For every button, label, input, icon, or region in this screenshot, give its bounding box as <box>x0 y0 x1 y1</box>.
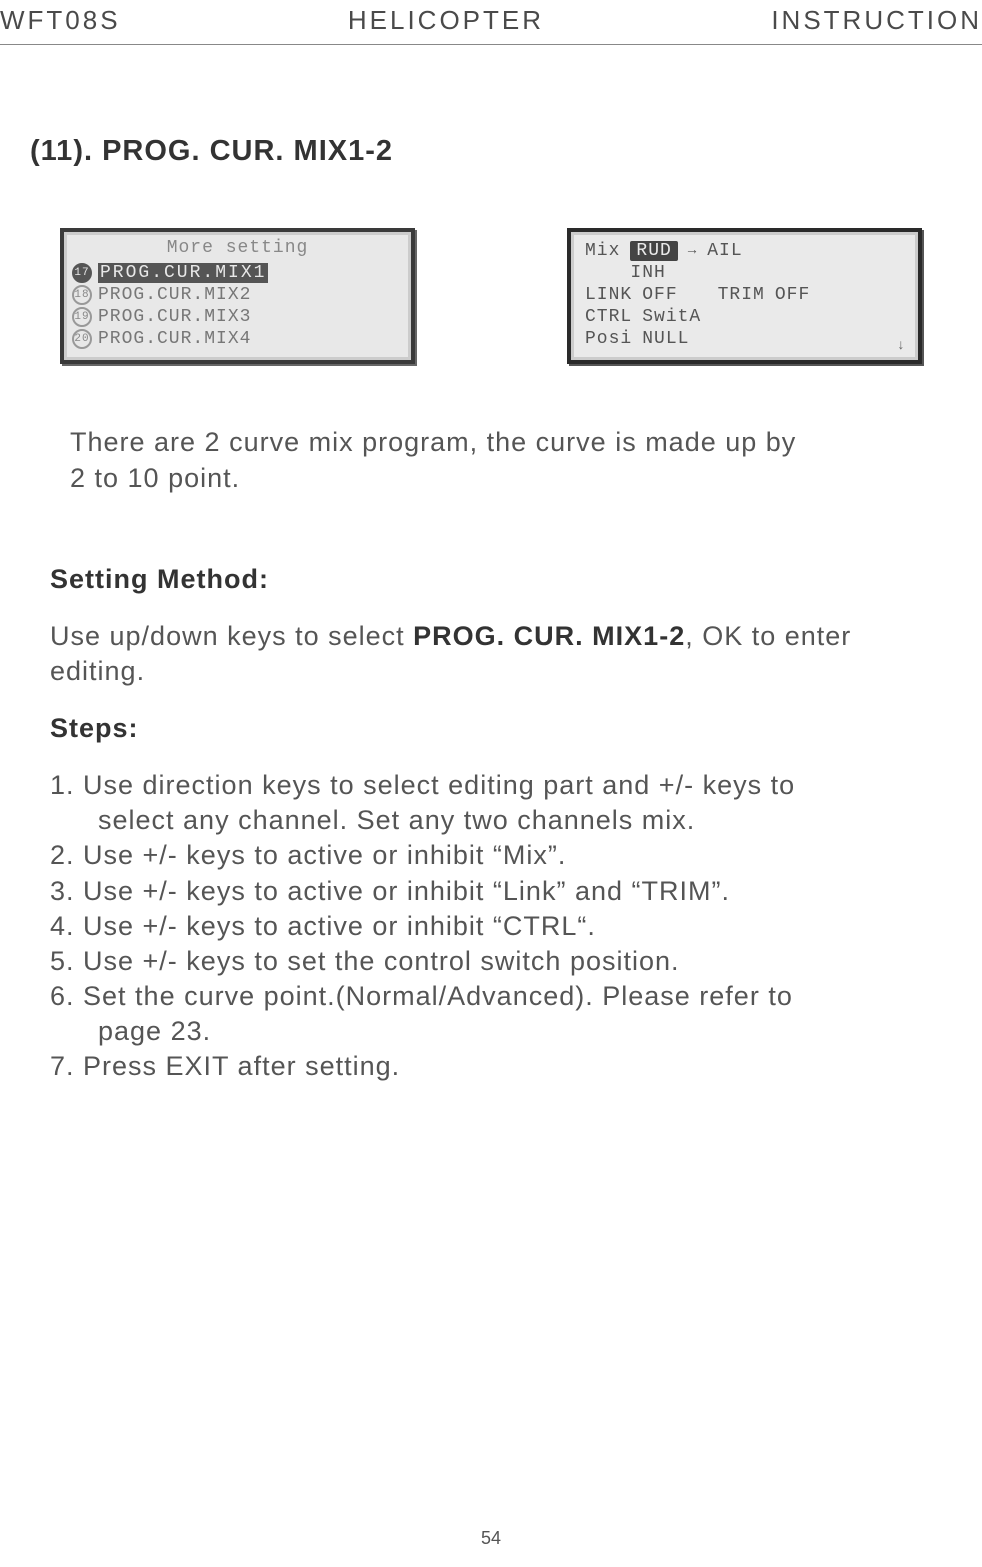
lcd-link-trim-row: LINK OFF TRIM OFF <box>585 284 908 306</box>
lcd-item-label: PROG.CUR.MIX1 <box>98 263 268 283</box>
lcd-inh-row: Mix INH <box>585 262 908 284</box>
lcd-selected-channel: RUD <box>630 241 677 261</box>
header-model: WFT08S <box>0 5 121 36</box>
lcd-bullet-icon: 19 <box>72 307 92 327</box>
steps-list: 1. Use direction keys to select editing … <box>50 768 980 1084</box>
lcd-ctrl-label: CTRL <box>585 307 632 327</box>
lcd-posi-value: NULL <box>642 329 689 349</box>
lcd-item-label: PROG.CUR.MIX2 <box>98 285 251 305</box>
lcd-bullet-icon: 18 <box>72 285 92 305</box>
lcd-menu-item-mix4: 20 PROG.CUR.MIX4 <box>72 328 403 350</box>
lcd-link-value: OFF <box>642 285 677 305</box>
arrow-right-icon: → <box>688 243 697 263</box>
section-title: (11). PROG. CUR. MIX1-2 <box>30 135 982 168</box>
lcd-trim-value: OFF <box>775 285 810 305</box>
lcd-spacer <box>688 285 708 305</box>
lcd-menu-item-mix1: 17 PROG.CUR.MIX1 <box>72 262 403 284</box>
intro-line-1: There are 2 curve mix program, the curve… <box>70 424 982 460</box>
intro-paragraph: There are 2 curve mix program, the curve… <box>70 424 982 497</box>
lcd-left-more-setting: More setting 17 PROG.CUR.MIX1 18 PROG.CU… <box>60 228 415 364</box>
steps-heading: Steps: <box>50 711 980 746</box>
scroll-down-icon: ↓ <box>897 338 906 354</box>
page-number: 54 <box>481 1528 501 1549</box>
lcd-trim-label: TRIM <box>718 285 765 305</box>
lcd-menu-item-mix2: 18 PROG.CUR.MIX2 <box>72 284 403 306</box>
lcd-left-title: More setting <box>72 238 403 258</box>
lcd-link-label: LINK <box>585 285 632 305</box>
lcd-item-label: PROG.CUR.MIX4 <box>98 329 251 349</box>
lcd-item-label: PROG.CUR.MIX3 <box>98 307 251 327</box>
page-header: WFT08S HELICOPTER INSTRUCTION <box>0 0 982 45</box>
setting-method-text: Use up/down keys to select PROG. CUR. MI… <box>50 619 980 689</box>
step-6: 6. Set the curve point.(Normal/Advanced)… <box>50 979 980 1014</box>
lcd-screens-row: More setting 17 PROG.CUR.MIX1 18 PROG.CU… <box>0 228 982 364</box>
step-1: 1. Use direction keys to select editing … <box>50 768 980 803</box>
lcd-posi-label: Posi <box>585 329 632 349</box>
lcd-target-channel: AIL <box>707 241 742 261</box>
lcd-inh-value: INH <box>630 263 665 283</box>
lcd-field-label: Mix <box>585 241 620 261</box>
step-6-cont: page 23. <box>50 1014 980 1049</box>
header-category: HELICOPTER <box>348 5 544 36</box>
step-3: 3. Use +/- keys to active or inhibit “Li… <box>50 874 980 909</box>
step-1-cont: select any channel. Set any two channels… <box>50 803 980 838</box>
menu-name-bold: PROG. CUR. MIX1-2 <box>413 621 685 651</box>
step-4: 4. Use +/- keys to active or inhibit “CT… <box>50 909 980 944</box>
text-fragment: , OK to enter <box>685 621 851 651</box>
intro-line-2: 2 to 10 point. <box>70 460 982 496</box>
header-doc-type: INSTRUCTION <box>771 5 982 36</box>
content-block: Setting Method: Use up/down keys to sele… <box>50 562 980 1084</box>
lcd-mix-row: Mix RUD → AIL <box>585 240 908 262</box>
lcd-ctrl-value: SwitA <box>642 307 701 327</box>
lcd-bullet-icon: 17 <box>72 263 92 283</box>
step-5: 5. Use +/- keys to set the control switc… <box>50 944 980 979</box>
step-2: 2. Use +/- keys to active or inhibit “Mi… <box>50 838 980 873</box>
text-fragment: editing. <box>50 656 145 686</box>
step-7: 7. Press EXIT after setting. <box>50 1049 980 1084</box>
text-fragment: Use up/down keys to select <box>50 621 413 651</box>
lcd-bullet-icon: 20 <box>72 329 92 349</box>
lcd-right-mix-detail: Mix RUD → AIL Mix INH LINK OFF TRIM OFF … <box>567 228 922 364</box>
lcd-posi-row: Posi NULL <box>585 328 908 350</box>
lcd-ctrl-row: CTRL SwitA <box>585 306 908 328</box>
lcd-menu-item-mix3: 19 PROG.CUR.MIX3 <box>72 306 403 328</box>
setting-method-heading: Setting Method: <box>50 562 980 597</box>
